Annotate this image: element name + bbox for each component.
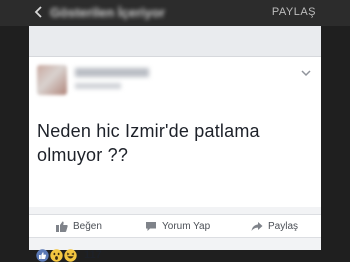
post-text: Neden hic Izmir'de patlama olmuyor ?? — [37, 119, 307, 167]
author-name-redacted[interactable] — [75, 68, 149, 77]
comment-icon — [146, 221, 156, 231]
page-title: Gösterilen İçeriyor — [50, 5, 165, 20]
like-reaction-icon — [36, 248, 49, 262]
comment-label: Yorum Yap — [162, 220, 211, 232]
avatar[interactable] — [37, 65, 67, 95]
post-text-line: Neden hic Izmir'de patlama — [37, 121, 260, 141]
chevron-down-icon[interactable] — [301, 70, 311, 77]
thumbs-up-icon — [56, 221, 68, 232]
share-icon — [251, 221, 263, 231]
like-label: Beğen — [73, 220, 102, 232]
post-meta-redacted — [75, 83, 121, 89]
top-bar: Gösterilen İçeriyor PAYLAŞ — [0, 0, 350, 26]
feed-gap — [29, 26, 321, 56]
post-body: Neden hic Izmir'de patlama olmuyor ?? — [29, 56, 321, 207]
post-text-line: olmuyor ?? — [37, 145, 129, 165]
back-arrow-icon[interactable] — [34, 6, 44, 18]
action-bar: Beğen Yorum Yap Paylaş — [29, 214, 321, 238]
share-header-button[interactable]: PAYLAŞ — [272, 6, 316, 18]
share-button[interactable]: Paylaş — [251, 215, 298, 237]
haha-reaction-icon — [64, 248, 77, 262]
share-label: Paylaş — [268, 220, 299, 232]
wow-reaction-icon — [50, 248, 63, 262]
reactions-summary[interactable]: 117 — [36, 248, 102, 262]
post-card: Neden hic Izmir'de patlama olmuyor ?? Be… — [29, 26, 321, 262]
reaction-count: 117 — [84, 249, 102, 261]
comment-button[interactable]: Yorum Yap — [145, 215, 210, 237]
like-button[interactable]: Beğen — [56, 215, 102, 237]
